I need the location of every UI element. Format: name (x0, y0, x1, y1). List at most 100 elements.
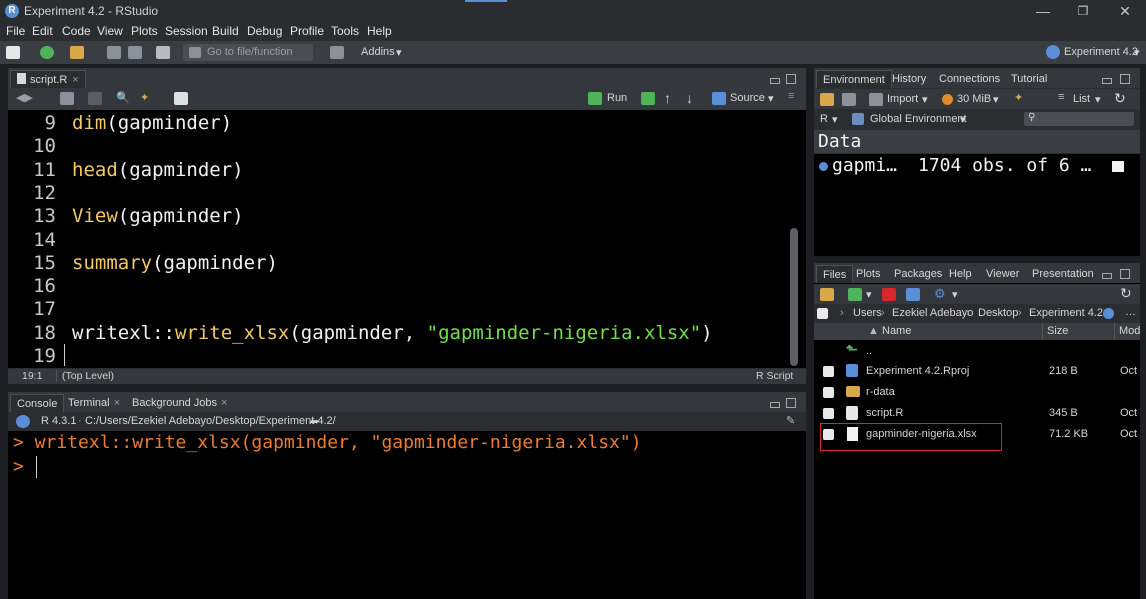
column-size[interactable]: Size (1047, 325, 1068, 337)
minimize-pane-icon[interactable] (770, 402, 780, 408)
back-arrow-icon[interactable]: ◀▶ (16, 91, 33, 104)
column-name[interactable]: Name (882, 325, 911, 337)
breadcrumb-desktop[interactable]: Desktop (978, 307, 1018, 319)
file-row[interactable]: Experiment 4.2.Rproj 218 B Oct (814, 361, 1140, 382)
source-button[interactable]: Source (730, 92, 765, 104)
file-row[interactable]: r-data (814, 382, 1140, 403)
close-icon[interactable]: ✕ (1108, 2, 1142, 20)
menu-build[interactable]: Build (212, 24, 239, 38)
tab-plots[interactable]: Plots (850, 265, 886, 283)
find-icon[interactable]: 🔍 (116, 91, 130, 104)
menu-code[interactable]: Code (62, 24, 91, 38)
wand-icon[interactable]: ✦ (140, 91, 149, 104)
outline-icon[interactable]: ≡ (788, 90, 794, 102)
compile-report-icon[interactable] (174, 92, 188, 105)
menu-edit[interactable]: Edit (32, 24, 53, 38)
menu-debug[interactable]: Debug (247, 24, 282, 38)
maximize-pane-icon[interactable] (1120, 269, 1130, 279)
refresh-icon[interactable]: ↻ (1114, 90, 1126, 107)
go-to-directory-icon[interactable]: ➦ (310, 415, 319, 428)
gear-icon[interactable]: ⚙ (934, 286, 946, 302)
rerun-icon[interactable] (641, 92, 655, 105)
tab-presentation[interactable]: Presentation (1026, 265, 1100, 283)
new-folder-icon[interactable] (820, 288, 834, 301)
console-input[interactable] (36, 456, 37, 478)
expand-icon[interactable] (819, 162, 828, 171)
close-icon[interactable]: × (221, 397, 227, 409)
save-all-icon[interactable] (128, 46, 142, 59)
addins-menu[interactable]: Addins (361, 46, 395, 58)
breadcrumb-users[interactable]: Users (853, 307, 882, 319)
save-icon[interactable] (107, 46, 121, 59)
go-to-file-input[interactable]: Go to file/function (183, 44, 313, 61)
file-name[interactable]: r-data (866, 386, 895, 398)
tab-script-r[interactable]: script.R × (10, 70, 86, 88)
tab-files[interactable]: Files (816, 265, 854, 283)
view-mode-selector[interactable]: List (1073, 93, 1090, 105)
column-modified[interactable]: Mod (1119, 325, 1140, 337)
run-button[interactable]: Run (607, 92, 627, 104)
new-project-icon[interactable] (40, 46, 54, 59)
tab-tutorial[interactable]: Tutorial (1005, 70, 1053, 88)
menu-plots[interactable]: Plots (131, 24, 158, 38)
tab-packages[interactable]: Packages (888, 265, 948, 283)
file-type-selector[interactable]: R Script (756, 370, 793, 382)
delete-icon[interactable] (882, 288, 896, 301)
file-name[interactable]: script.R (866, 407, 903, 419)
tab-background-jobs[interactable]: Background Jobs × (126, 394, 233, 412)
print-icon[interactable] (156, 46, 170, 59)
refresh-icon[interactable]: ↻ (1120, 285, 1132, 302)
workspace-panes-icon[interactable] (330, 46, 344, 59)
menu-file[interactable]: File (6, 24, 25, 38)
menu-tools[interactable]: Tools (331, 24, 359, 38)
more-icon[interactable]: … (1125, 306, 1136, 318)
minimize-pane-icon[interactable] (1102, 273, 1112, 279)
save-workspace-icon[interactable] (842, 93, 856, 106)
tab-console[interactable]: Console (10, 394, 65, 412)
editor-scrollbar[interactable] (790, 228, 798, 366)
row-checkbox[interactable] (823, 387, 834, 398)
scope-selector[interactable]: (Top Level) (62, 370, 114, 382)
clear-console-icon[interactable]: ✎ (786, 414, 795, 427)
file-row[interactable]: script.R 345 B Oct (814, 403, 1140, 424)
tab-terminal[interactable]: Terminal × (62, 394, 126, 412)
maximize-pane-icon[interactable] (786, 398, 796, 408)
environment-row[interactable]: gapmi… 1704 obs. of 6 … (814, 154, 1140, 178)
minimize-pane-icon[interactable] (1102, 78, 1112, 84)
memory-usage[interactable]: 30 MiB (957, 93, 991, 105)
import-dataset-button[interactable]: Import (887, 93, 918, 105)
environment-selector[interactable]: Global Environment (870, 113, 967, 125)
language-selector[interactable]: R (820, 113, 828, 125)
tab-viewer[interactable]: Viewer (980, 265, 1025, 283)
open-file-icon[interactable] (70, 46, 84, 59)
minimize-pane-icon[interactable] (770, 78, 780, 84)
menu-view[interactable]: View (97, 24, 123, 38)
menu-profile[interactable]: Profile (290, 24, 324, 38)
up-directory-link[interactable]: .. (866, 345, 872, 357)
new-file-icon[interactable] (6, 46, 20, 59)
tab-help[interactable]: Help (943, 265, 978, 283)
view-data-icon[interactable] (1112, 161, 1124, 172)
up-arrow-icon[interactable]: ↑ (664, 90, 671, 106)
project-menu[interactable]: Experiment 4.2 (1064, 46, 1138, 58)
rename-icon[interactable] (906, 288, 920, 301)
breadcrumb-user[interactable]: Ezekiel Adebayo (892, 307, 973, 319)
row-checkbox[interactable] (823, 366, 834, 377)
menu-help[interactable]: Help (367, 24, 392, 38)
save-icon[interactable] (88, 92, 102, 105)
select-all-checkbox[interactable] (817, 308, 828, 319)
file-name[interactable]: Experiment 4.2.Rproj (866, 365, 969, 377)
load-workspace-icon[interactable] (820, 93, 834, 106)
maximize-pane-icon[interactable] (1120, 74, 1130, 84)
maximize-icon[interactable]: ❐ (1066, 2, 1100, 20)
broom-icon[interactable]: ✦ (1014, 91, 1023, 104)
up-directory-row[interactable]: ⬑ .. (814, 341, 1140, 361)
close-icon[interactable]: × (72, 74, 78, 86)
down-arrow-icon[interactable]: ↓ (686, 90, 693, 106)
maximize-pane-icon[interactable] (786, 74, 796, 84)
code-area[interactable]: 9 dim(gapminder) 10 11 head(gapminder) 12 13 Vi… (8, 110, 806, 368)
row-checkbox[interactable] (823, 408, 834, 419)
show-in-window-icon[interactable] (60, 92, 74, 105)
tab-connections[interactable]: Connections (933, 70, 1006, 88)
new-blank-file-icon[interactable] (848, 288, 862, 301)
